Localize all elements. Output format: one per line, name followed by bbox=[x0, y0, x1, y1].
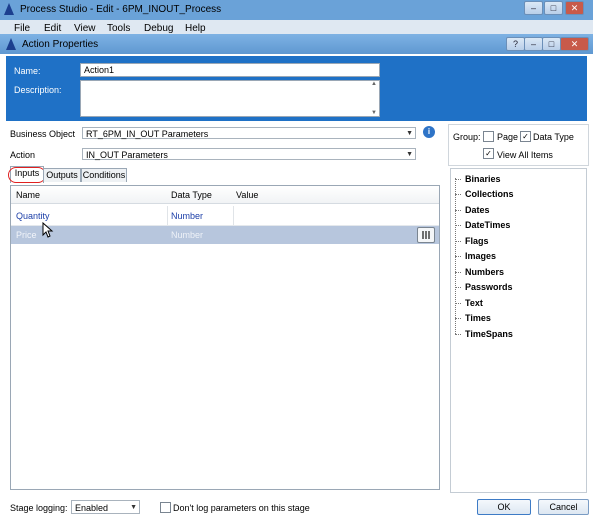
maximize-icon[interactable]: □ bbox=[544, 1, 563, 15]
dialog-title: Action Properties bbox=[22, 39, 99, 50]
view-all-checkbox[interactable]: ✓ bbox=[483, 148, 494, 159]
tree-item-timespans[interactable]: TimeSpans bbox=[465, 329, 513, 339]
tab-outputs-label: Outputs bbox=[46, 170, 78, 180]
group-label: Group: bbox=[453, 132, 481, 142]
close-icon[interactable]: ✕ bbox=[565, 1, 584, 15]
menu-file[interactable]: File bbox=[14, 23, 30, 34]
dialog-logo-icon bbox=[6, 38, 16, 50]
dropdown-arrow-icon: ▼ bbox=[130, 504, 137, 511]
tree-item-dates[interactable]: Dates bbox=[465, 205, 490, 215]
menu-debug[interactable]: Debug bbox=[144, 23, 173, 34]
dialog-titlebar: Action Properties ? – □ ✕ bbox=[0, 34, 593, 54]
data-type-checkbox-label: Data Type bbox=[533, 132, 574, 142]
business-object-select[interactable]: RT_6PM_IN_OUT Parameters ▼ bbox=[82, 127, 416, 139]
name-field[interactable]: Action1 bbox=[80, 63, 380, 77]
dont-log-label: Don't log parameters on this stage bbox=[173, 503, 310, 513]
page-checkbox-label: Page bbox=[497, 132, 519, 142]
description-field[interactable]: ▲ ▼ bbox=[80, 80, 380, 117]
tree-item-text[interactable]: Text bbox=[465, 298, 483, 308]
scroll-down-icon[interactable]: ▼ bbox=[371, 110, 377, 116]
menu-bar: File Edit View Tools Debug Help bbox=[0, 20, 593, 34]
stage-logging-label: Stage logging: bbox=[10, 503, 68, 513]
tab-conditions[interactable]: Conditions bbox=[81, 168, 127, 182]
stage-logging-select[interactable]: Enabled ▼ bbox=[71, 500, 140, 514]
tree-item-flags[interactable]: Flags bbox=[465, 236, 489, 246]
menu-view[interactable]: View bbox=[74, 23, 96, 34]
data-type-checkbox[interactable]: ✓ bbox=[520, 131, 531, 142]
row-name: Quantity bbox=[16, 211, 50, 221]
view-all-checkbox-label: View All Items bbox=[497, 150, 553, 160]
dont-log-checkbox[interactable] bbox=[160, 502, 171, 513]
table-row[interactable]: Quantity Number bbox=[11, 206, 439, 226]
main-window-title: Process Studio - Edit - 6PM_INOUT_Proces… bbox=[20, 4, 222, 15]
cancel-button-label: Cancel bbox=[549, 502, 578, 512]
menu-edit[interactable]: Edit bbox=[44, 23, 61, 34]
action-value: IN_OUT Parameters bbox=[86, 150, 168, 160]
table-row[interactable]: Price Number bbox=[11, 226, 439, 244]
tree-item-datetimes[interactable]: DateTimes bbox=[465, 220, 510, 230]
tab-outputs[interactable]: Outputs bbox=[43, 168, 81, 182]
row-name: Price bbox=[16, 230, 37, 240]
dropdown-arrow-icon: ▼ bbox=[406, 151, 413, 158]
column-divider bbox=[167, 206, 168, 225]
grid-header bbox=[11, 186, 439, 204]
stage-logging-value: Enabled bbox=[75, 503, 109, 513]
app-logo-icon bbox=[4, 3, 14, 15]
tree-item-passwords[interactable]: Passwords bbox=[465, 282, 513, 292]
tree-item-binaries[interactable]: Binaries bbox=[465, 174, 501, 184]
tree-item-collections[interactable]: Collections bbox=[465, 189, 514, 199]
description-label: Description: bbox=[14, 85, 62, 95]
pointer-icon bbox=[42, 222, 54, 238]
page-checkbox[interactable] bbox=[483, 131, 494, 142]
row-data-type: Number bbox=[171, 230, 204, 240]
action-label: Action bbox=[10, 150, 36, 160]
inputs-grid: Name Data Type Value Quantity Number Pri… bbox=[10, 185, 440, 490]
header-value[interactable]: Value bbox=[236, 190, 258, 200]
dialog-minimize-icon[interactable]: – bbox=[524, 37, 543, 51]
tab-conditions-label: Conditions bbox=[82, 170, 126, 180]
minimize-icon[interactable]: – bbox=[524, 1, 543, 15]
business-object-label: Business Object bbox=[10, 129, 76, 139]
name-label: Name: bbox=[14, 66, 41, 76]
main-window-titlebar: Process Studio - Edit - 6PM_INOUT_Proces… bbox=[0, 0, 593, 21]
business-object-value: RT_6PM_IN_OUT Parameters bbox=[86, 129, 209, 139]
header-name[interactable]: Name bbox=[16, 190, 40, 200]
menu-tools[interactable]: Tools bbox=[107, 23, 130, 34]
tab-highlight-annotation bbox=[8, 167, 46, 183]
data-item-tree: Binaries Collections Dates DateTimes Fla… bbox=[450, 168, 587, 493]
row-data-type: Number bbox=[171, 211, 204, 221]
name-field-value: Action1 bbox=[84, 65, 115, 75]
expression-editor-icon[interactable] bbox=[417, 227, 435, 243]
cancel-button[interactable]: Cancel bbox=[538, 499, 589, 515]
help-icon[interactable]: ? bbox=[506, 37, 525, 51]
scroll-up-icon[interactable]: ▲ bbox=[371, 81, 377, 87]
info-icon[interactable]: i bbox=[423, 126, 435, 138]
tree-item-images[interactable]: Images bbox=[465, 251, 496, 261]
header-data-type[interactable]: Data Type bbox=[171, 190, 212, 200]
menu-help[interactable]: Help bbox=[185, 23, 206, 34]
tree-item-numbers[interactable]: Numbers bbox=[465, 267, 504, 277]
ok-button-label: OK bbox=[497, 502, 511, 512]
ok-button[interactable]: OK bbox=[477, 499, 531, 515]
dialog-close-icon[interactable]: ✕ bbox=[560, 37, 589, 51]
action-select[interactable]: IN_OUT Parameters ▼ bbox=[82, 148, 416, 160]
tree-item-times[interactable]: Times bbox=[465, 313, 491, 323]
column-divider bbox=[233, 206, 234, 225]
dropdown-arrow-icon: ▼ bbox=[406, 130, 413, 137]
dialog-maximize-icon[interactable]: □ bbox=[542, 37, 561, 51]
